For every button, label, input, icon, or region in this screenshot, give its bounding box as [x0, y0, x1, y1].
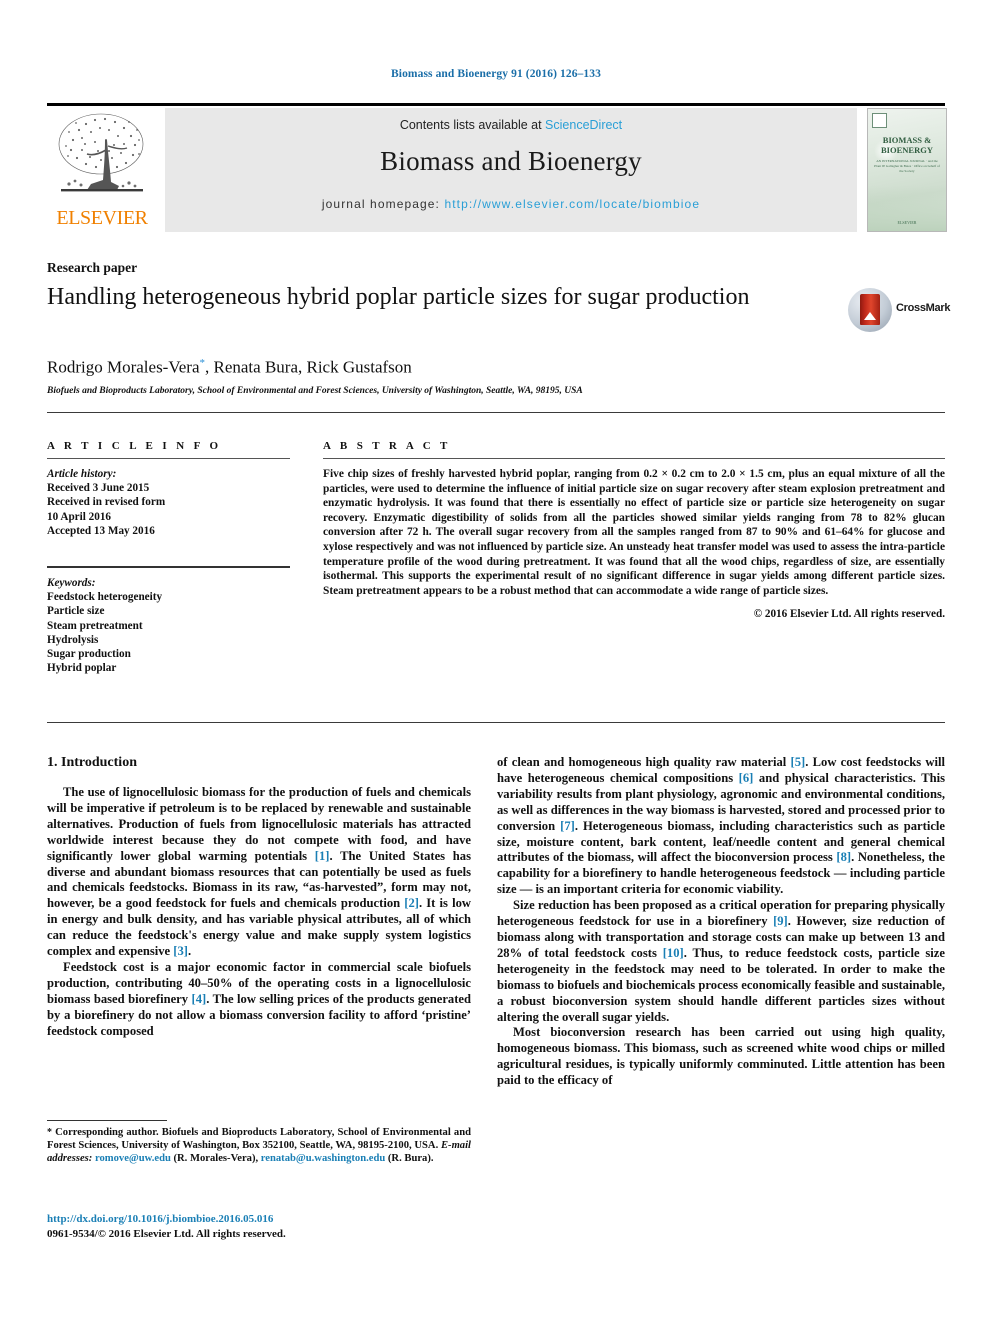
- paragraph: Size reduction has been proposed as a cr…: [497, 898, 945, 1025]
- article-info-heading: A R T I C L E I N F O: [47, 440, 222, 452]
- keyword-item: Hybrid poplar: [47, 662, 117, 675]
- email-link-1[interactable]: romove@uw.edu: [95, 1153, 171, 1164]
- citation-link[interactable]: [9]: [773, 914, 788, 928]
- cover-title: BIOMASS & BIOENERGY: [868, 135, 946, 155]
- citation-link[interactable]: [6]: [739, 771, 754, 785]
- article-history-label: Article history:: [47, 468, 117, 480]
- paragraph: The use of lignocellulosic biomass for t…: [47, 785, 471, 960]
- info-block-bottom-rule: [47, 722, 945, 723]
- body-column-left: 1. Introduction The use of lignocellulos…: [47, 755, 471, 1040]
- affiliation: Biofuels and Bioproducts Laboratory, Sch…: [47, 386, 583, 396]
- elsevier-tree-icon: [58, 113, 144, 192]
- citation-link[interactable]: [7]: [560, 819, 575, 833]
- homepage-url-link[interactable]: http://www.elsevier.com/locate/biombioe: [444, 197, 700, 211]
- cover-title-line2: BIOENERGY: [881, 145, 933, 155]
- abstract-heading: A B S T R A C T: [323, 440, 451, 452]
- page-title: Handling heterogeneous hybrid poplar par…: [47, 284, 750, 310]
- paper-page: Biomass and Bioenergy 91 (2016) 126–133: [0, 0, 992, 1323]
- paragraph: Feedstock cost is a major economic facto…: [47, 960, 471, 1040]
- citation-link[interactable]: [1]: [315, 849, 330, 863]
- info-block-top-rule: [47, 412, 945, 413]
- email-owner-1: (R. Morales-Vera),: [170, 1153, 261, 1165]
- citation-link[interactable]: [10]: [663, 946, 684, 960]
- abstract-text: Five chip sizes of freshly harvested hyb…: [323, 468, 945, 597]
- abstract-column: A B S T R A C T Five chip sizes of fresh…: [323, 440, 945, 620]
- history-item: Received 3 June 2015: [47, 482, 150, 495]
- keyword-item: Feedstock heterogeneity: [47, 591, 163, 604]
- article-history-block: Article history: Received 3 June 2015 Re…: [47, 467, 290, 538]
- article-type: Research paper: [47, 260, 138, 275]
- contents-prefix: Contents lists available at: [399, 118, 546, 132]
- paragraph: of clean and homogeneous high quality ra…: [497, 755, 945, 898]
- crossmark-triangle-icon: [864, 312, 876, 320]
- footnote-corresponding-text: Corresponding author. Biofuels and Biopr…: [47, 1127, 471, 1152]
- crossmark-circle-icon: [848, 288, 892, 332]
- history-item: Accepted 13 May 2016: [47, 524, 155, 537]
- article-info-rule: [47, 458, 290, 459]
- keywords-block: Keywords: Feedstock heterogeneity Partic…: [47, 576, 290, 675]
- citation-link[interactable]: [8]: [836, 850, 851, 864]
- cover-footer: ELSEVIER: [897, 220, 917, 225]
- text-run: of clean and homogeneous high quality ra…: [497, 755, 791, 769]
- header-top-rule: [47, 103, 945, 106]
- crossmark-label: CrossMark: [896, 302, 951, 314]
- keyword-item: Hydrolysis: [47, 633, 99, 646]
- section-heading-introduction: 1. Introduction: [47, 755, 137, 770]
- running-head: Biomass and Bioenergy 91 (2016) 126–133: [391, 68, 601, 80]
- body-column-right: of clean and homogeneous high quality ra…: [497, 755, 945, 1089]
- footnote-block: * Corresponding author. Biofuels and Bio…: [47, 1126, 471, 1166]
- history-item: 10 April 2016: [47, 510, 112, 523]
- email-link-2[interactable]: renatab@u.washington.edu: [261, 1153, 385, 1164]
- keyword-item: Particle size: [47, 605, 105, 618]
- journal-homepage-line: journal homepage: http://www.elsevier.co…: [165, 197, 857, 211]
- doi-block: http://dx.doi.org/10.1016/j.biombioe.201…: [47, 1212, 471, 1242]
- paragraph: Most bioconversion research has been car…: [497, 1025, 945, 1089]
- sciencedirect-link[interactable]: ScienceDirect: [545, 118, 622, 132]
- citation-link[interactable]: [4]: [192, 992, 207, 1006]
- history-item: Received in revised form: [47, 496, 166, 509]
- journal-title: Biomass and Bioenergy: [380, 146, 642, 176]
- email-owner-2: (R. Bura).: [385, 1153, 434, 1165]
- elsevier-wordmark: ELSEVIER: [56, 207, 148, 229]
- article-info-column: A R T I C L E I N F O Article history: R…: [47, 440, 290, 675]
- citation-link[interactable]: [3]: [173, 944, 188, 958]
- keyword-item: Sugar production: [47, 648, 131, 661]
- text-run: .: [187, 944, 192, 959]
- crossmark-book-icon: [860, 294, 880, 325]
- elsevier-logo: ELSEVIER: [47, 108, 157, 232]
- crossmark-badge[interactable]: CrossMark: [848, 288, 950, 332]
- abstract-rule: [323, 458, 945, 459]
- journal-header-band: ELSEVIER Contents lists available at Sci…: [47, 108, 947, 232]
- cover-subtitle: AN INTERNATIONAL JOURNAL · and the Plant…: [874, 159, 940, 173]
- author-list: Rodrigo Morales-Vera*, Renata Bura, Rick…: [47, 357, 847, 378]
- keywords-rule: [47, 566, 290, 569]
- cover-title-line1: BIOMASS &: [882, 135, 932, 145]
- issn-copyright-line: 0961-9534/© 2016 Elsevier Ltd. All right…: [47, 1228, 286, 1240]
- contents-box: Contents lists available at ScienceDirec…: [165, 108, 857, 232]
- keywords-label: Keywords:: [47, 577, 96, 590]
- abstract-copyright: © 2016 Elsevier Ltd. All rights reserved…: [753, 608, 945, 621]
- author-first: Rodrigo Morales-Vera: [47, 357, 200, 377]
- citation-link[interactable]: [5]: [791, 755, 806, 769]
- citation-link[interactable]: [2]: [404, 896, 419, 910]
- doi-link[interactable]: http://dx.doi.org/10.1016/j.biombioe.201…: [47, 1212, 471, 1227]
- author-rest: , Renata Bura, Rick Gustafson: [205, 357, 412, 377]
- contents-available-line: Contents lists available at ScienceDirec…: [165, 118, 857, 132]
- text-run: Most bioconversion research has been car…: [497, 1025, 945, 1088]
- cover-badge-icon: [872, 113, 887, 128]
- footnote-rule: [47, 1120, 167, 1121]
- homepage-label: journal homepage:: [321, 197, 440, 211]
- keyword-item: Steam pretreatment: [47, 619, 143, 632]
- journal-cover-thumbnail: BIOMASS & BIOENERGY AN INTERNATIONAL JOU…: [867, 108, 947, 232]
